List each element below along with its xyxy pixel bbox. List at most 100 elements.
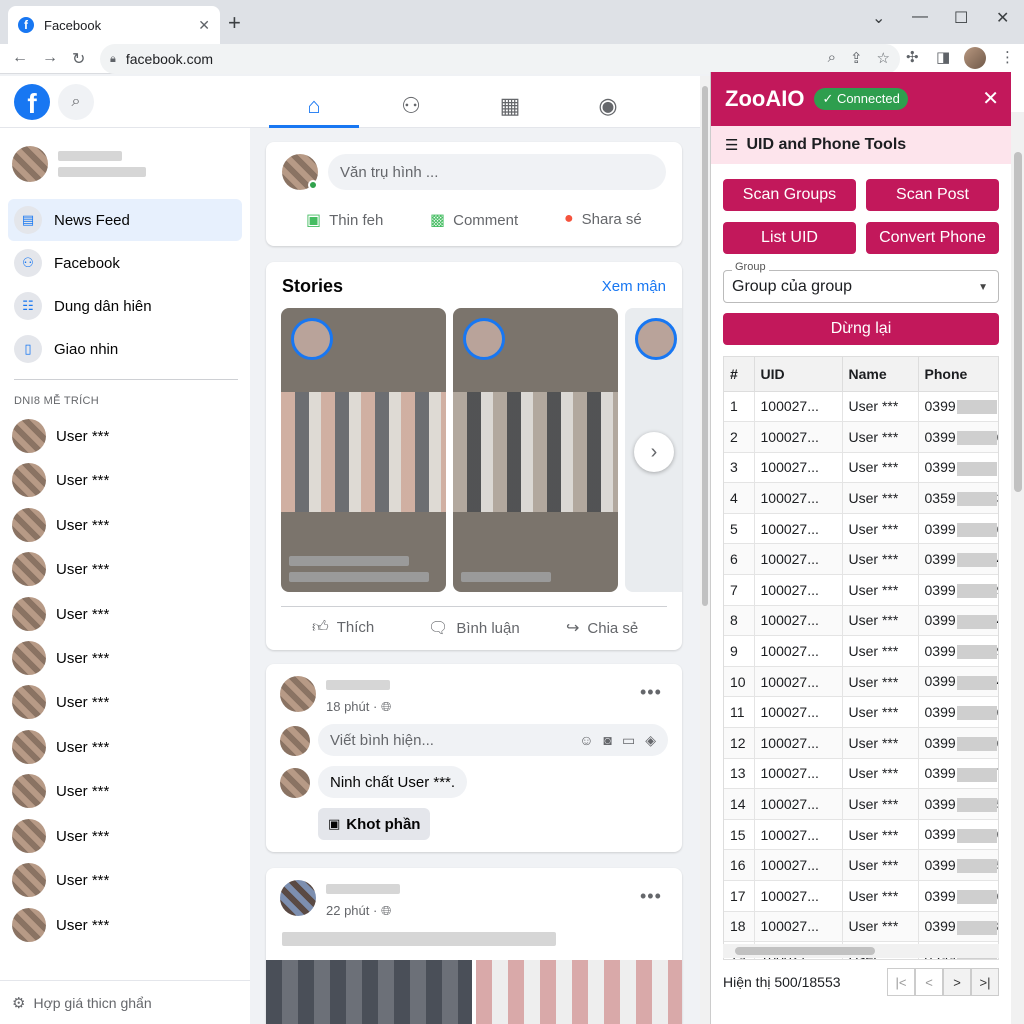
post-image[interactable]: [266, 960, 472, 1024]
emoji-icon[interactable]: ☺: [579, 732, 593, 749]
contact-item[interactable]: User ***: [12, 418, 109, 454]
col-header-name[interactable]: Name: [842, 357, 919, 392]
table-row[interactable]: 9100027...User ***03999: [724, 635, 998, 667]
col-header-index[interactable]: #: [724, 357, 755, 392]
window-close-icon[interactable]: ✕: [996, 8, 1009, 28]
sidebar-item-pages[interactable]: ☷ Dung dân hiên: [8, 285, 242, 327]
browser-menu-icon[interactable]: ⋮: [1000, 48, 1015, 66]
feed-scrollbar[interactable]: [700, 76, 710, 1024]
marketplace-icon[interactable]: ▦: [465, 86, 555, 126]
story-tile[interactable]: [453, 308, 618, 592]
col-header-phone[interactable]: Phone: [918, 357, 998, 392]
table-row[interactable]: 10100027...User *** 0399 4: [724, 666, 998, 698]
share-button[interactable]: ↪ Chia sẻ: [566, 618, 638, 638]
contact-item[interactable]: User ***: [12, 507, 109, 543]
composer-comment-button[interactable]: ▩ Comment: [430, 210, 518, 230]
pager-prev-button[interactable]: <: [915, 968, 943, 996]
pager-last-button[interactable]: >|: [971, 968, 999, 996]
post-more-icon[interactable]: •••: [640, 886, 662, 907]
table-row[interactable]: 1 100027... User *** 0399: [724, 391, 998, 423]
col-header-uid[interactable]: UID: [754, 357, 843, 392]
groups-icon[interactable]: ◉: [563, 86, 653, 126]
gif-icon[interactable]: ▭: [622, 732, 635, 749]
table-row[interactable]: 3 100027... User *** 0399: [724, 452, 998, 484]
contact-item[interactable]: User ***: [12, 551, 109, 587]
contact-item[interactable]: User ***: [12, 773, 109, 809]
table-row[interactable]: 7100027...User *** 0399 9: [724, 574, 998, 606]
address-bar[interactable]: 🔒︎ facebook.com ⌕ ⇪ ☆: [100, 44, 900, 74]
comment-input[interactable]: Viết bình hiện... ☺ ◙ ▭ ◈: [318, 724, 668, 756]
tab-close-icon[interactable]: ✕: [198, 17, 210, 34]
minimize-icon[interactable]: —: [912, 8, 928, 26]
post-image[interactable]: [476, 960, 682, 1024]
like-button[interactable]: 👍︎ Thích: [312, 618, 374, 637]
table-row[interactable]: 18100027...User *** 0399 8: [724, 911, 998, 943]
contact-item[interactable]: User ***: [12, 640, 109, 676]
panel-close-icon[interactable]: ✕: [982, 86, 999, 111]
profile-shortcut[interactable]: [12, 146, 146, 182]
contact-item[interactable]: User ***: [12, 729, 109, 765]
contact-item[interactable]: User ***: [12, 862, 109, 898]
table-row[interactable]: 12100027...User *** 0399 6: [724, 727, 998, 759]
fb-search-icon[interactable]: ⌕: [58, 84, 94, 120]
table-horizontal-scrollbar[interactable]: [723, 944, 999, 958]
group-select[interactable]: Group Group của group ▼: [723, 261, 999, 303]
contact-item[interactable]: User ***: [12, 684, 109, 720]
side-panel-icon[interactable]: ◨: [936, 48, 950, 66]
table-row[interactable]: 6100027...User *** 0399 4: [724, 543, 998, 576]
sidebar-item-facebook[interactable]: ⚇ Facebook: [8, 242, 242, 284]
table-row[interactable]: 15100027...User *** 0399 6: [724, 819, 998, 851]
table-row[interactable]: 16100027...User *** 0399 5: [724, 849, 998, 881]
contact-item[interactable]: User ***: [12, 907, 109, 943]
pager-first-button[interactable]: |<: [887, 968, 915, 996]
pager-next-button[interactable]: >: [943, 968, 971, 996]
stories-see-more-link[interactable]: Xem mận: [602, 278, 666, 295]
table-row[interactable]: 17100027...User *** 0399 6: [724, 880, 998, 912]
table-row[interactable]: 13100027...User *** 0399 7: [724, 758, 998, 790]
post-author-avatar[interactable]: [280, 880, 316, 916]
list-uid-button[interactable]: List UID: [723, 222, 856, 254]
reply-button[interactable]: ▣ Khot phần: [318, 808, 431, 840]
post-author-avatar[interactable]: [280, 676, 316, 712]
friends-icon[interactable]: ⚇: [366, 86, 456, 126]
composer-share-button[interactable]: ● Shara sé: [564, 210, 642, 228]
maximize-icon[interactable]: ☐: [954, 8, 968, 28]
back-icon[interactable]: ←: [12, 49, 28, 67]
browser-profile-avatar[interactable]: [964, 47, 986, 69]
table-row[interactable]: 11100027...User *** 0399 6: [724, 696, 998, 729]
extensions-icon[interactable]: ✣: [906, 48, 919, 66]
table-row[interactable]: 4100027...User *** 0359 3: [724, 482, 998, 514]
scan-post-button[interactable]: Scan Post: [866, 179, 999, 211]
zoom-icon[interactable]: ⌕: [828, 49, 836, 67]
post-timestamp[interactable]: 18 phút · 🌐︎: [326, 699, 391, 715]
tab-search-chevron-icon[interactable]: ⌄: [872, 8, 885, 28]
sticker-icon[interactable]: ◈: [645, 732, 656, 749]
stop-button[interactable]: Dừng lại: [723, 313, 999, 345]
contact-item[interactable]: User ***: [12, 462, 109, 498]
reload-icon[interactable]: ↻: [72, 49, 85, 69]
contact-item[interactable]: User ***: [12, 818, 109, 854]
forward-icon[interactable]: →: [42, 49, 58, 67]
panel-scrollbar[interactable]: [1011, 112, 1024, 1024]
share-icon[interactable]: ⇪: [850, 49, 863, 67]
composer-input[interactable]: Văn trụ hình ...: [328, 154, 666, 190]
table-row[interactable]: 14100027...User *** 0399 5: [724, 788, 998, 820]
stories-next-button[interactable]: ›: [634, 432, 674, 472]
composer-photo-button[interactable]: ▣ Thin feh: [306, 210, 383, 230]
bookmark-star-icon[interactable]: ☆: [877, 49, 890, 67]
sidebar-item-saved[interactable]: ▯ Giao nhin: [8, 328, 242, 370]
story-tile[interactable]: [281, 308, 446, 592]
new-tab-button[interactable]: +: [228, 12, 241, 34]
sidebar-item-news-feed[interactable]: ▤ News Feed: [8, 199, 242, 241]
scan-groups-button[interactable]: Scan Groups: [723, 179, 856, 211]
table-row[interactable]: 2100027...User *** 0399 6: [724, 421, 998, 453]
facebook-logo-icon[interactable]: f: [14, 84, 50, 120]
table-row[interactable]: 8100027...User *** 0399 4: [724, 605, 998, 637]
post-timestamp[interactable]: 22 phút · 🌐︎: [326, 903, 391, 919]
contact-item[interactable]: User ***: [12, 596, 109, 632]
convert-phone-button[interactable]: Convert Phone: [866, 222, 999, 254]
post-more-icon[interactable]: •••: [640, 682, 662, 703]
browser-tab[interactable]: f Facebook ✕: [8, 6, 220, 44]
table-row[interactable]: 5100027...User *** 0399 6: [724, 513, 998, 545]
camera-icon[interactable]: ◙: [604, 732, 612, 749]
